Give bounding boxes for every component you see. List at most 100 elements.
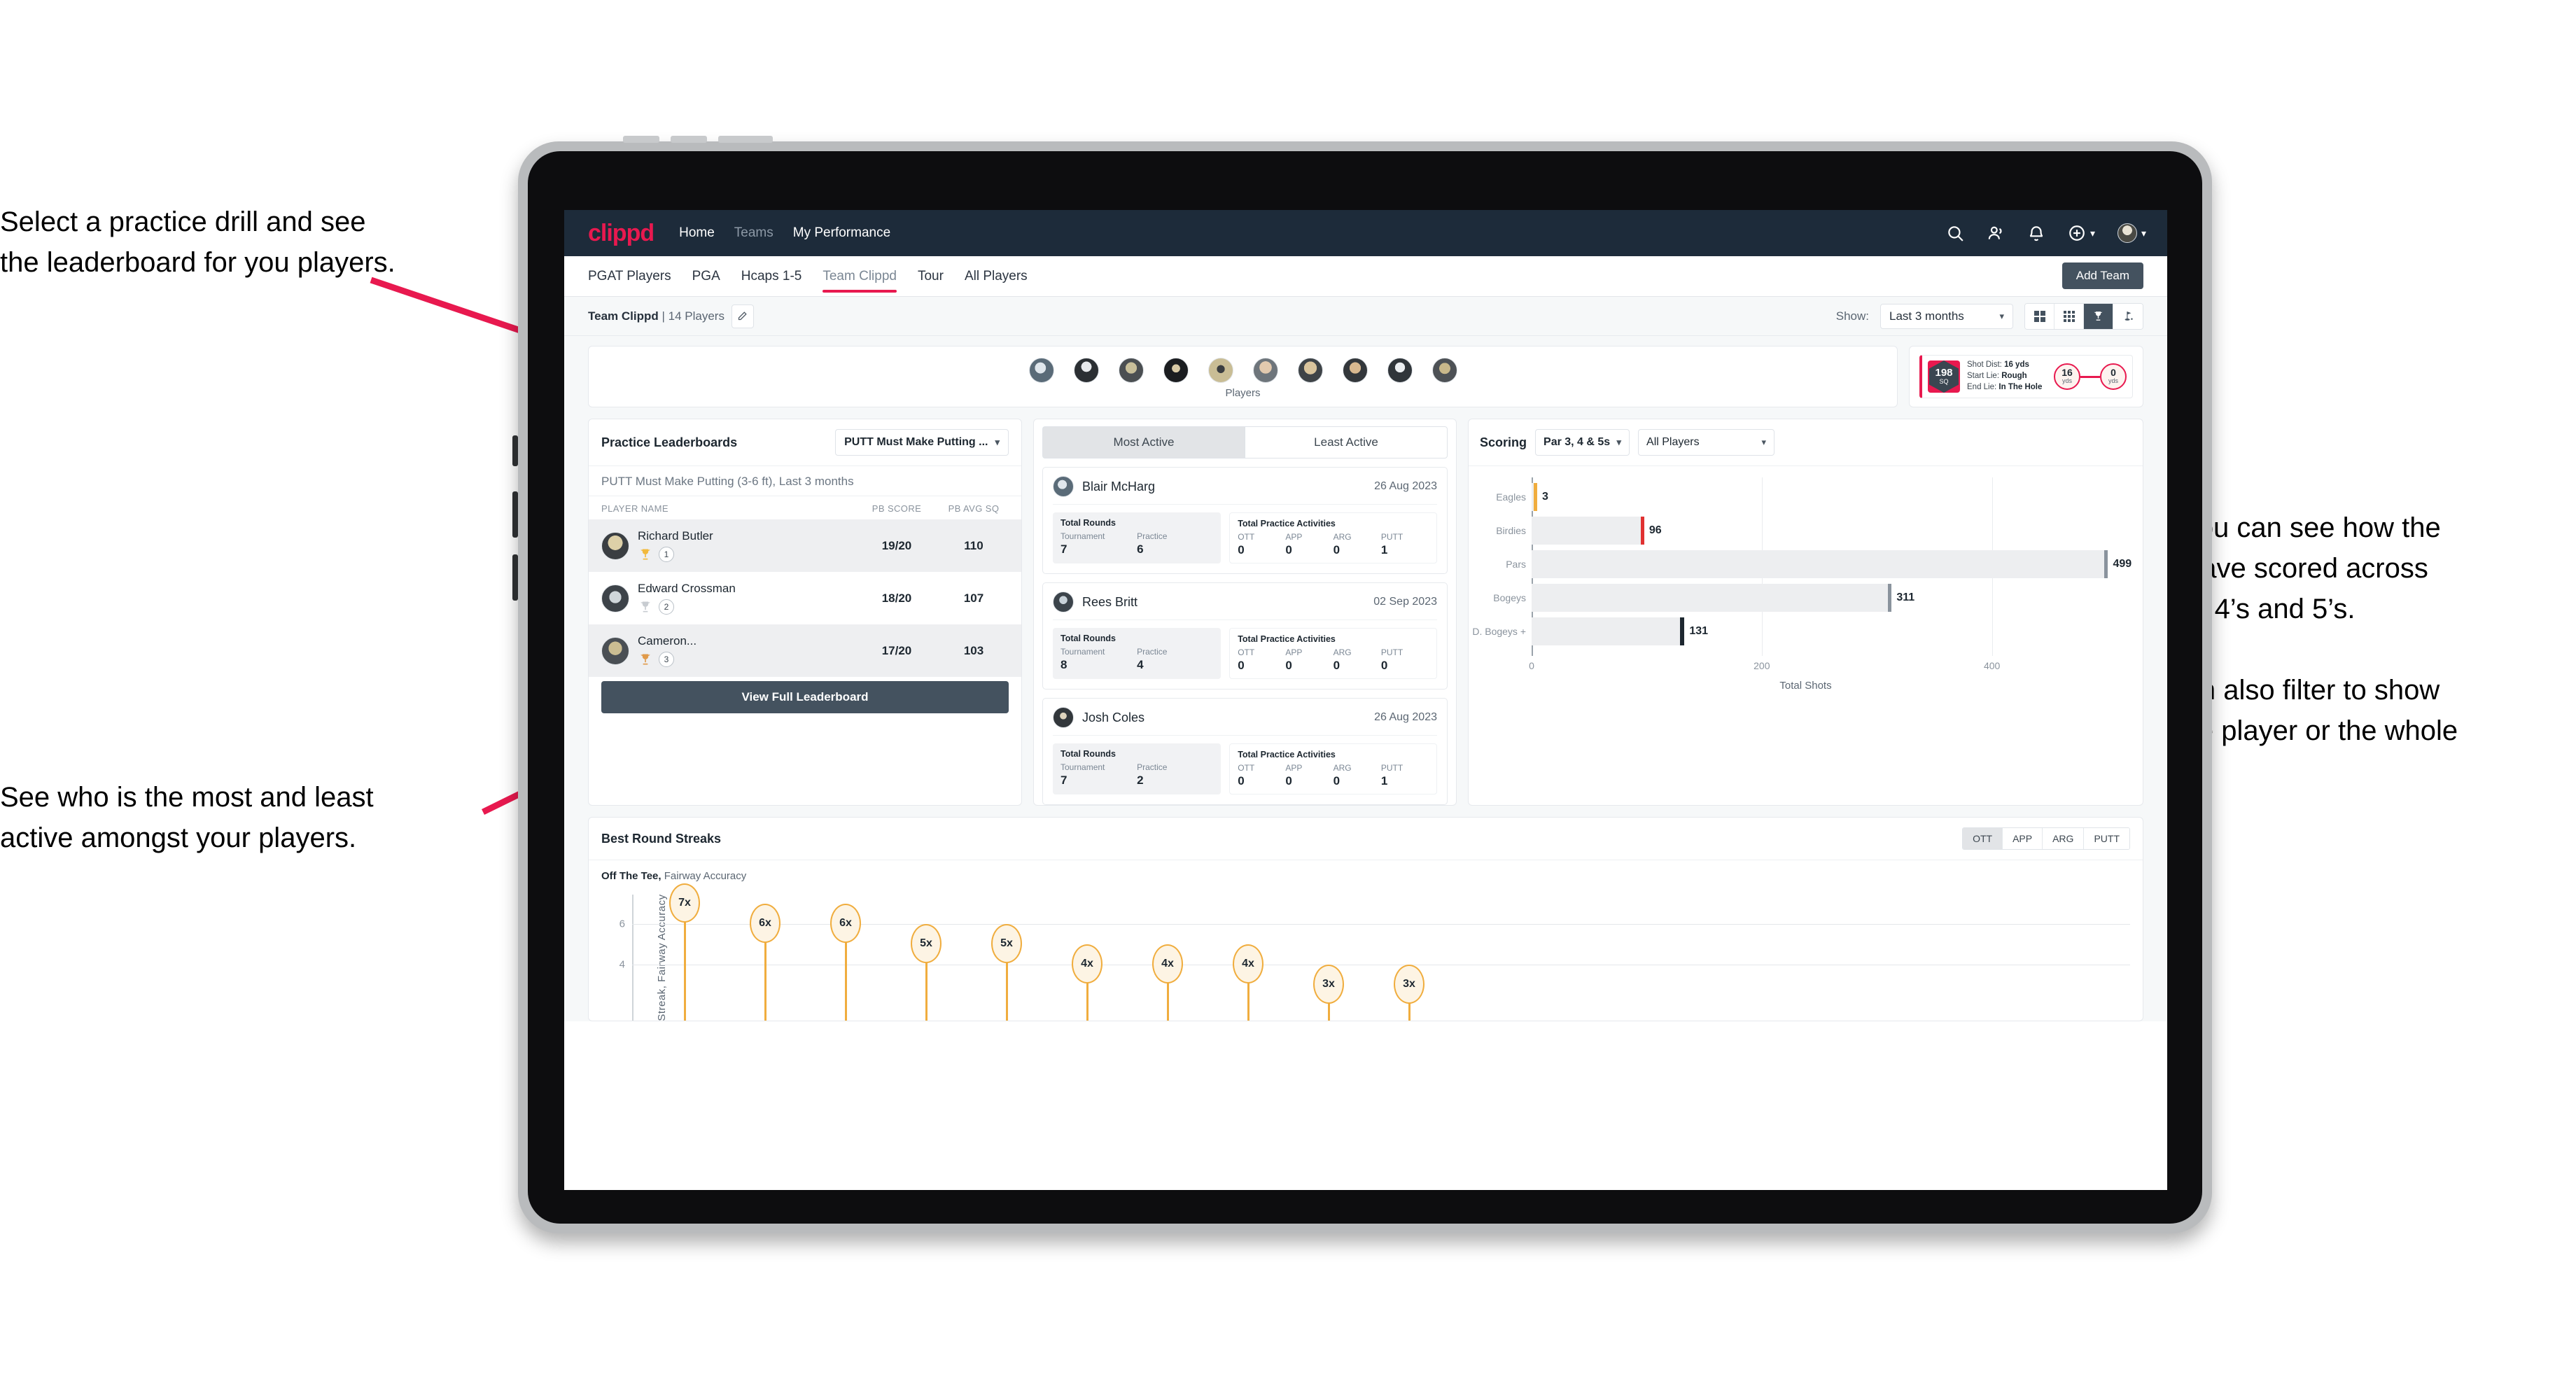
sq-unit: SQ [1939,378,1949,386]
bar: 311 [1532,584,1914,612]
streaks-tab-arg[interactable]: ARG [2043,828,2085,849]
total-rounds-box: Total Rounds Tournament 8 Practice 4 [1053,628,1222,679]
search-icon[interactable] [1946,224,1964,242]
drill-select[interactable]: PUTT Must Make Putting ... ▾ [835,429,1009,456]
streak-marker[interactable]: 7x [669,883,700,923]
streaks-tab-putt[interactable]: PUTT [2084,828,2129,849]
arg-key: ARG [1333,648,1352,657]
arg-col: ARG 0 [1334,532,1381,557]
nav-link-teams[interactable]: Teams [734,225,774,241]
total-rounds-title: Total Rounds [1060,749,1116,759]
view-full-leaderboard-button[interactable]: View Full Leaderboard [601,681,1009,713]
player-avatar[interactable] [1252,358,1278,383]
bell-icon[interactable] [2027,224,2045,242]
annotation-most-least-active: See who is the most and least active amo… [0,782,374,853]
app-col: APP 0 [1285,648,1333,673]
shot-dist-key: Shot Dist: [1967,360,2002,370]
player-avatar[interactable] [1163,358,1189,383]
list-item[interactable]: Rees Britt 02 Sep 2023 Total Rounds Tour… [1042,582,1448,690]
tournament-value: 7 [1060,542,1068,556]
people-icon[interactable] [1987,224,2005,242]
top-row: Players 198 SQ Shot Dist: 16 yds Start L… [588,346,2143,407]
player-avatar[interactable] [1432,358,1457,383]
par-filter-select[interactable]: Par 3, 4 & 5s ▾ [1535,429,1630,456]
pb-avg-sq: 103 [963,643,984,657]
streak-marker[interactable]: 5x [991,924,1022,963]
chevron-down-icon: ▾ [2090,227,2095,239]
table-row[interactable]: Edward Crossman 2 18/20 107 [589,572,1021,624]
list-item[interactable]: Blair McHarg 26 Aug 2023 Total Rounds To… [1042,467,1448,574]
app-col: APP 0 [1285,763,1333,788]
column-player-name: PLAYER NAME [601,503,668,514]
streak-marker[interactable]: 4x [1233,944,1264,983]
nav-link-my-performance[interactable]: My Performance [793,225,890,241]
list-item[interactable]: Josh Coles 26 Aug 2023 Total Rounds Tour… [1042,698,1448,805]
edit-team-button[interactable] [731,304,754,328]
date-range-select[interactable]: Last 3 months ▾ [1880,303,2013,329]
app-value: 0 [1285,659,1292,672]
streak-marker[interactable]: 3x [1313,965,1344,1004]
distance-connector [2080,375,2100,378]
streaks-sub-light: Fairway Accuracy [664,870,747,882]
ott-value: 0 [1238,659,1245,672]
player-avatar[interactable] [1208,358,1233,383]
x-tick: 0 [1529,660,1534,671]
practice-col: Practice 4 [1137,647,1213,672]
trophy-view-button[interactable] [2084,303,2113,329]
player-avatar[interactable] [1073,358,1099,383]
streak-marker[interactable]: 4x [1152,944,1183,983]
player-avatar[interactable] [1342,358,1368,383]
tab-all-players[interactable]: All Players [965,256,1028,297]
streaks-tab-ott[interactable]: OTT [1963,828,2003,849]
bar-cap [1888,584,1892,612]
player-badges: 1 [638,547,855,562]
pb-avg-sq: 110 [964,538,983,552]
tab-pgat-players[interactable]: PGAT Players [588,256,671,297]
nav-link-home[interactable]: Home [679,225,715,241]
grid-view-button[interactable] [2025,303,2054,329]
player-filter-select[interactable]: All Players ▾ [1638,429,1775,456]
profile-menu[interactable]: ▾ [2117,223,2146,243]
player-avatar[interactable] [1118,358,1144,383]
tab-team-clippd[interactable]: Team Clippd [822,256,897,297]
streaks-tab-app[interactable]: APP [2003,828,2043,849]
avatar[interactable] [2117,223,2137,243]
pencil-icon [738,312,748,321]
player-avatar[interactable] [1387,358,1413,383]
clippd-logo[interactable]: clippd [588,220,654,247]
tab-pga[interactable]: PGA [692,256,720,297]
ott-key: OTT [1238,532,1255,542]
tablet-button-side-3 [512,554,518,601]
streak-marker[interactable]: 6x [830,904,861,943]
practice-value: 6 [1137,542,1144,556]
streak-marker[interactable]: 6x [750,904,780,943]
add-menu[interactable]: ▾ [2068,224,2095,242]
scoring-title: Scoring [1480,435,1527,449]
activity-date: 02 Sep 2023 [1373,596,1437,608]
bar-cap [1533,483,1537,511]
tab-least-active[interactable]: Least Active [1245,426,1448,458]
tab-hcaps-1-5[interactable]: Hcaps 1-5 [741,256,802,297]
golf-flag-view-button[interactable] [2113,303,2143,329]
total-practice-activities-box: Total Practice Activities OTT 0 APP 0 ARG 0… [1229,628,1437,679]
player-avatar[interactable] [1297,358,1323,383]
activity-date: 26 Aug 2023 [1374,711,1437,723]
practice-value: 4 [1137,658,1144,671]
streak-marker[interactable]: 4x [1072,944,1102,983]
table-row[interactable]: Richard Butler 1 19/20 110 [589,519,1021,572]
putt-value: 1 [1380,543,1388,556]
plus-circle-icon[interactable] [2068,224,2086,242]
streak-marker[interactable]: 3x [1394,965,1424,1004]
dense-grid-view-button[interactable] [2054,303,2084,329]
streak-marker[interactable]: 5x [911,924,941,963]
tab-most-active[interactable]: Most Active [1042,426,1245,458]
putt-key: PUTT [1380,763,1404,773]
total-rounds-grid: Tournament 7 Practice 6 [1060,531,1213,556]
tab-tour[interactable]: Tour [918,256,944,297]
dashboard-body: Players 198 SQ Shot Dist: 16 yds Start L… [564,336,2167,1021]
player-avatar[interactable] [1028,358,1054,383]
add-team-button[interactable]: Add Team [2062,262,2143,289]
table-row[interactable]: Cameron... 3 17/20 103 [589,624,1021,677]
drill-select-value: PUTT Must Make Putting ... [844,436,988,448]
leaderboard-drill-name: PUTT Must Make Putting (3-6 ft), [601,475,776,488]
